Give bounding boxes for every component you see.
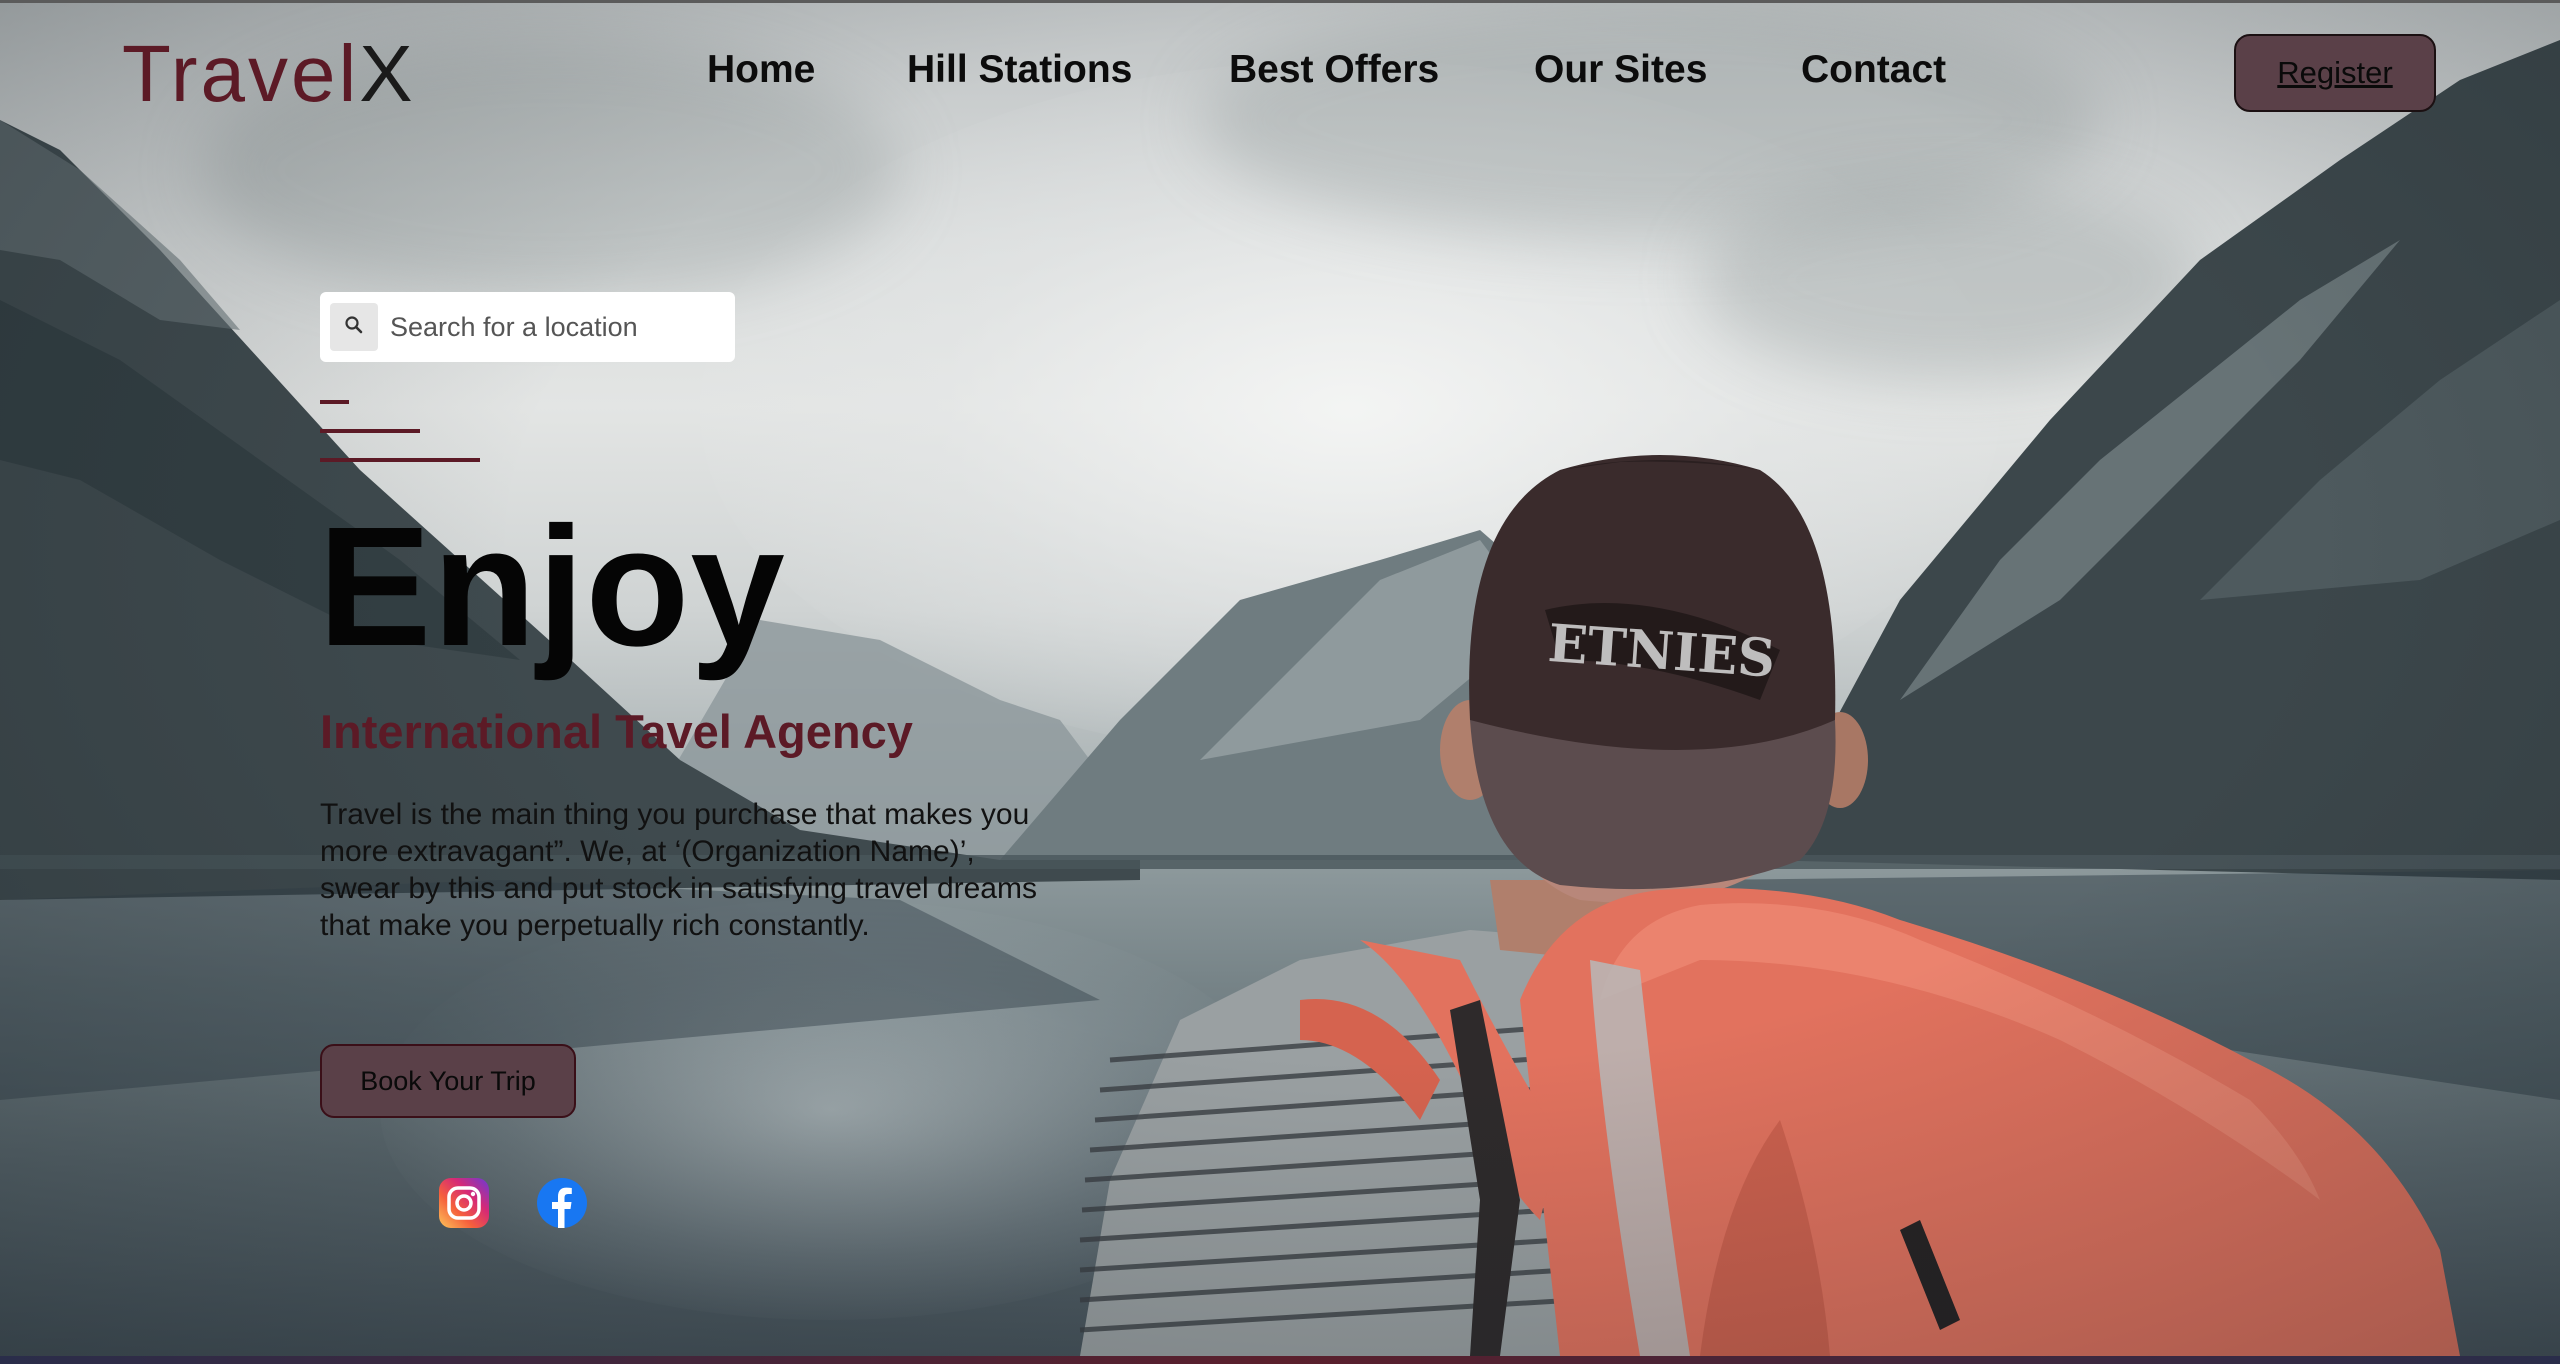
decor-bar-short bbox=[320, 400, 349, 404]
nav-item-hill-stations[interactable]: Hill Stations bbox=[907, 48, 1132, 92]
decor-bar-long bbox=[320, 458, 480, 462]
register-button[interactable]: Register bbox=[2234, 34, 2436, 112]
hero-title: Enjoy bbox=[318, 492, 786, 682]
bottom-strip bbox=[0, 1356, 2560, 1364]
nav-item-home[interactable]: Home bbox=[707, 48, 815, 92]
nav-item-contact[interactable]: Contact bbox=[1801, 48, 1946, 92]
brand-logo-part2: X bbox=[359, 29, 416, 118]
search-button[interactable] bbox=[330, 303, 378, 351]
instagram-icon[interactable] bbox=[439, 1178, 489, 1228]
book-trip-button[interactable]: Book Your Trip bbox=[320, 1044, 576, 1118]
hero-description: Travel is the main thing you purchase th… bbox=[320, 798, 1037, 942]
nav-item-our-sites[interactable]: Our Sites bbox=[1534, 48, 1707, 92]
search-input[interactable] bbox=[388, 310, 712, 344]
search-icon bbox=[343, 314, 365, 341]
hero-subtitle: International Tavel Agency bbox=[320, 705, 913, 758]
nav-item-best-offers[interactable]: Best Offers bbox=[1229, 48, 1439, 92]
location-search bbox=[320, 292, 735, 362]
decor-bar-medium bbox=[320, 429, 420, 433]
brand-logo-part1: Travel bbox=[122, 29, 360, 118]
facebook-icon[interactable] bbox=[537, 1178, 587, 1228]
top-border bbox=[0, 0, 2560, 3]
brand-logo[interactable]: TravelX bbox=[122, 28, 416, 120]
